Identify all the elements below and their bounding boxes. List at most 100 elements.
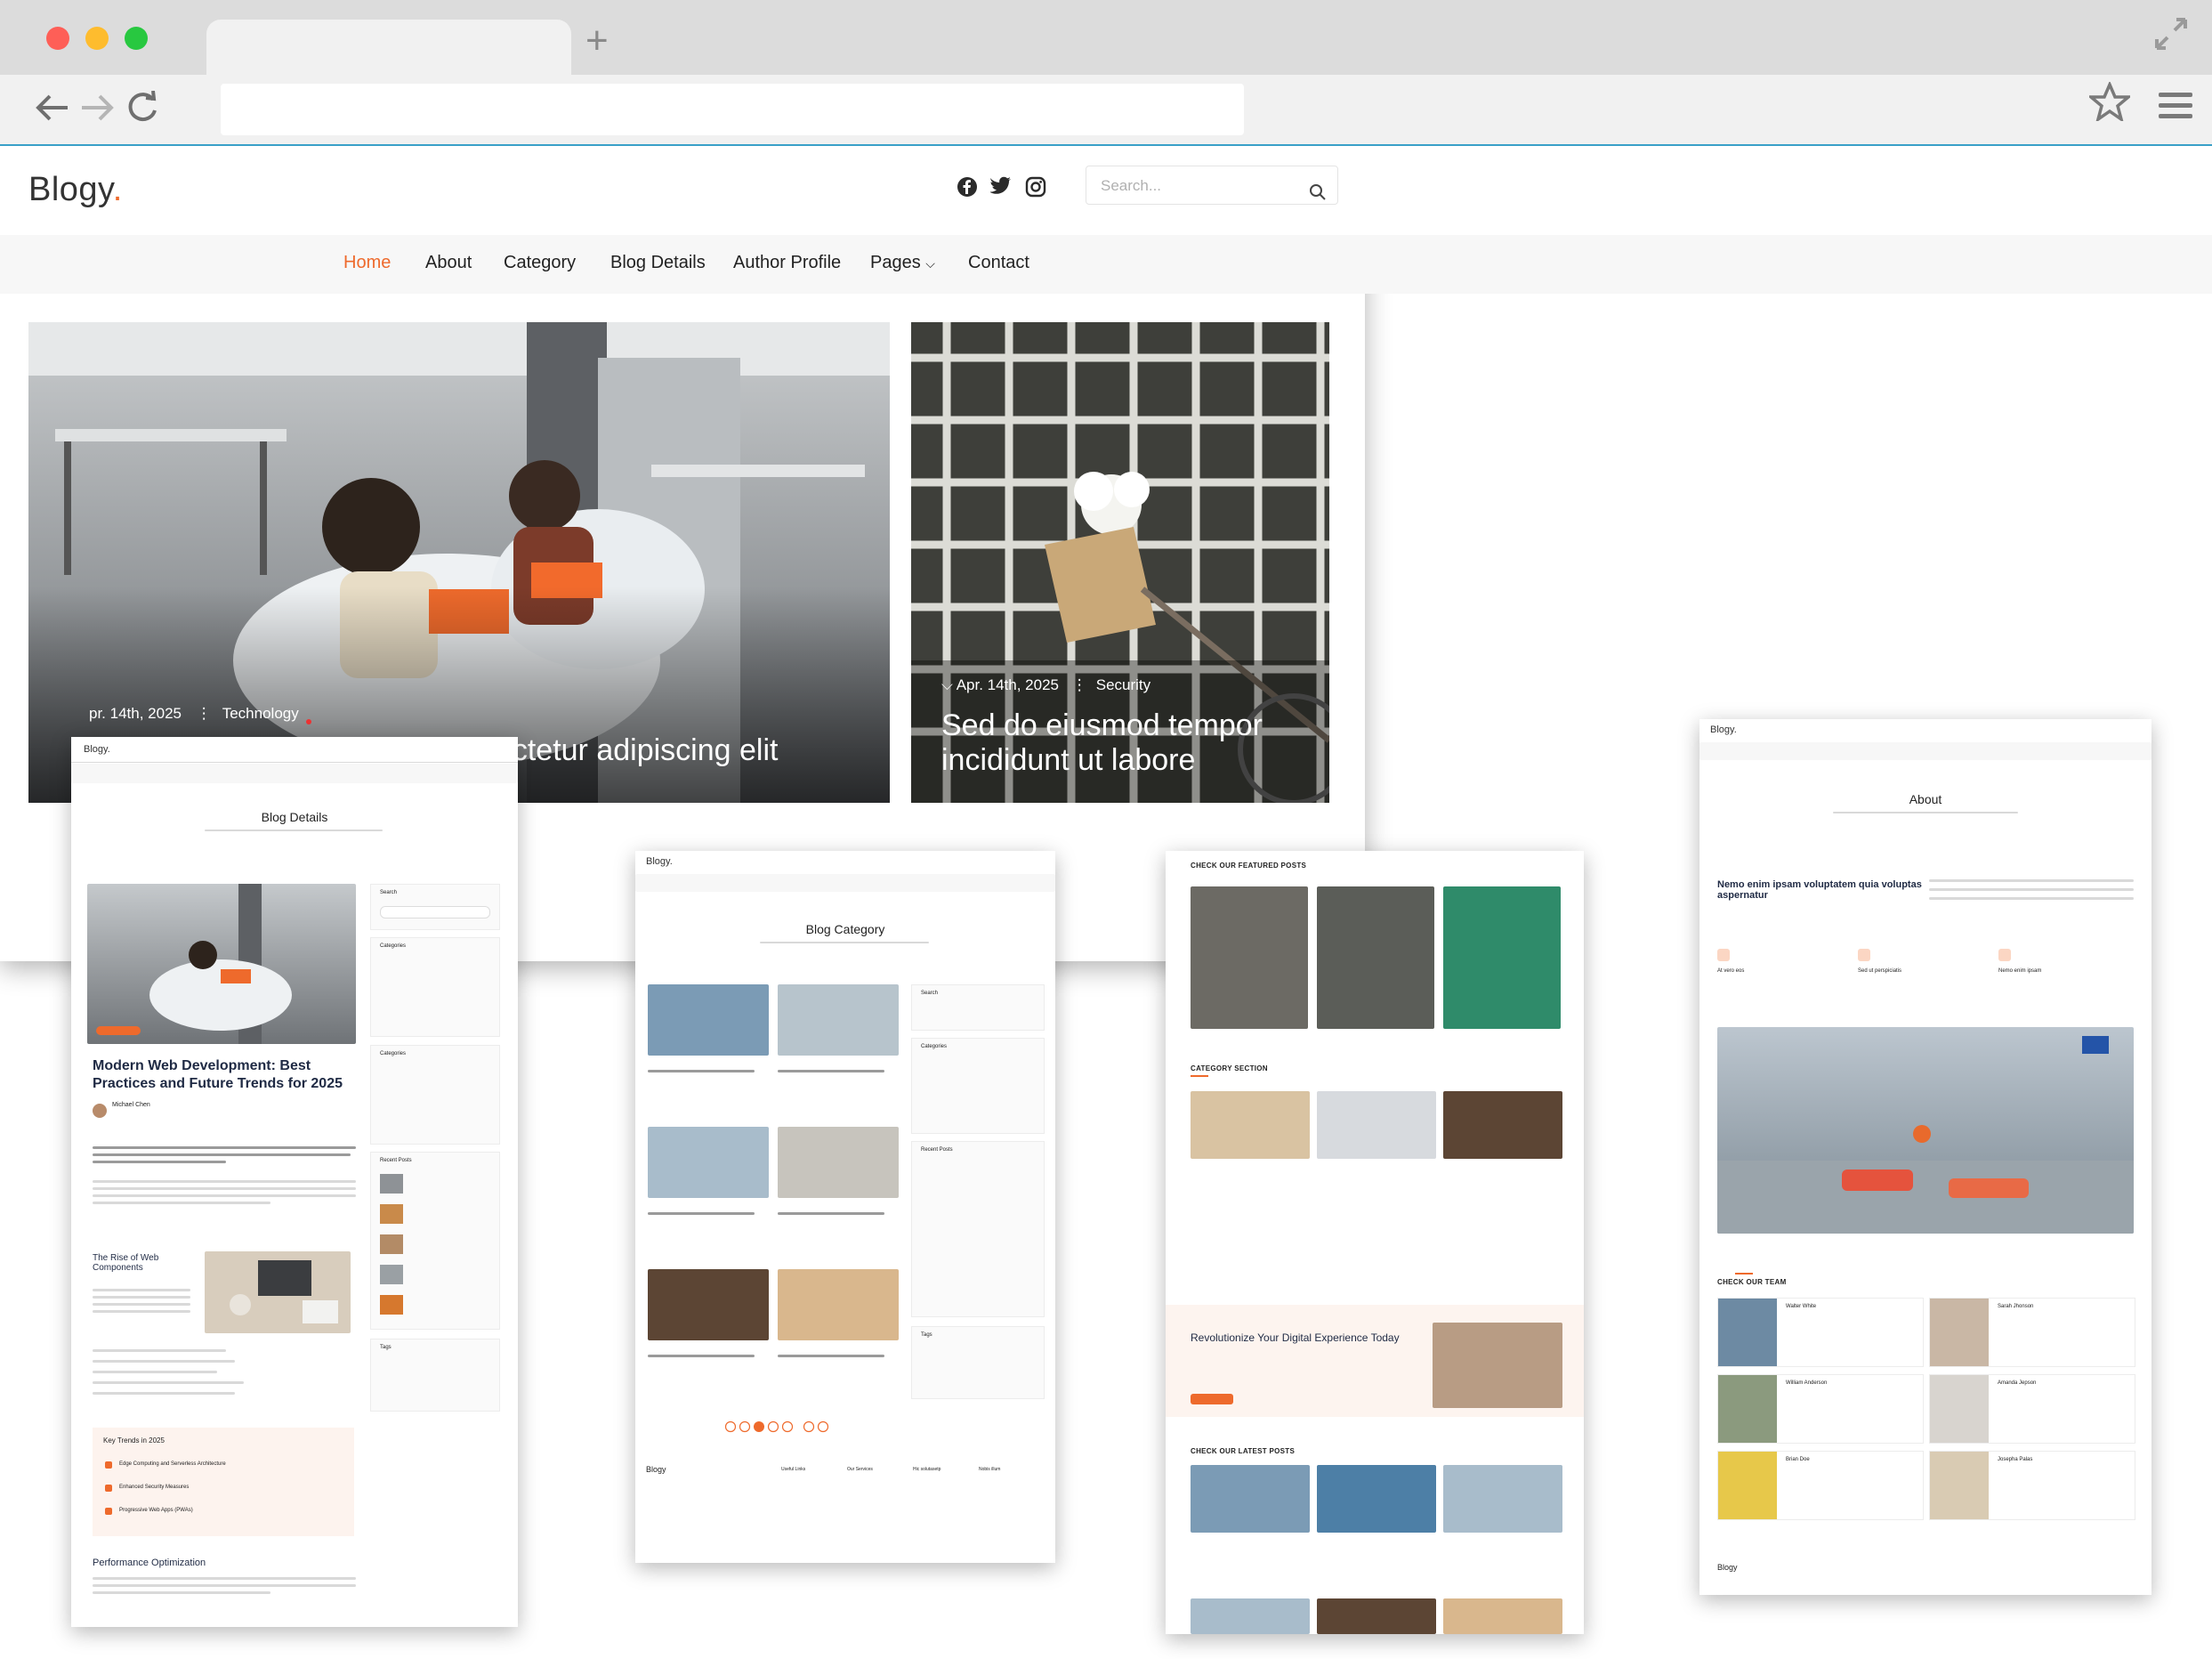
facebook-icon[interactable] <box>957 176 980 199</box>
nav-about[interactable]: About <box>425 253 472 273</box>
hero-side-category[interactable]: Security <box>1096 676 1150 693</box>
key-trends-title: Key Trends in 2025 <box>103 1436 165 1445</box>
search-placeholder: Search... <box>1101 177 1162 194</box>
body-line <box>1929 888 2134 891</box>
trend-icon <box>105 1485 112 1492</box>
team-member-card[interactable]: Sarah Jhonson <box>1929 1298 2135 1367</box>
nav-pages[interactable]: Pages ⌵ <box>870 253 935 273</box>
team-member-card[interactable]: Josepha Palas <box>1929 1451 2135 1520</box>
cta-primary-button[interactable] <box>1191 1394 1233 1404</box>
nav-blog-details[interactable]: Blog Details <box>610 253 706 273</box>
latest-heading: CHECK OUR LATEST POSTS <box>1191 1447 1296 1455</box>
mini-header-bar <box>71 762 518 763</box>
body-line <box>93 1577 356 1580</box>
widget-title: Categories <box>380 1051 407 1056</box>
instagram-icon[interactable] <box>1025 176 1048 199</box>
nav-category[interactable]: Category <box>504 253 576 273</box>
widget-title: Tags <box>380 1345 392 1350</box>
widget-categories: Categories <box>370 937 500 1037</box>
category-thumb <box>1191 1091 1310 1159</box>
chevron-down-icon: ⌵ <box>925 256 935 271</box>
about-headline: Nemo enim ipsam voluptatem quia voluptas… <box>1717 879 1922 901</box>
widget-recent-posts: Recent Posts <box>911 1141 1045 1317</box>
nav-contact[interactable]: Contact <box>968 253 1029 273</box>
mini-nav-bar <box>635 874 1055 892</box>
widget-title: Recent Posts <box>380 1158 412 1163</box>
featured-post-card[interactable] <box>1191 886 1308 1029</box>
widget-search: Search <box>911 984 1045 1031</box>
featured-post-card[interactable] <box>1317 886 1434 1029</box>
forward-arrow-icon[interactable] <box>80 93 116 129</box>
latest-thumb <box>1191 1465 1310 1533</box>
widget-tags: Tags <box>911 1326 1045 1399</box>
footer-logo: Blogy <box>1717 1563 1738 1572</box>
search-icon[interactable] <box>1309 177 1327 216</box>
nav-home[interactable]: Home <box>343 253 391 273</box>
latest-thumb <box>1317 1465 1436 1533</box>
trend-item: Progressive Web Apps (PWAs) <box>119 1508 193 1513</box>
hero-side-meta: ⌵ Apr. 14th, 2025 ⋮ Security <box>941 676 1151 693</box>
browser-titlebar <box>0 0 2212 75</box>
feature-icon <box>1998 949 2011 961</box>
author-name: Michael Chen <box>112 1102 150 1108</box>
reload-icon[interactable] <box>126 90 158 131</box>
body-line <box>93 1392 235 1395</box>
blog-category-title: Blog Category <box>805 922 885 936</box>
maximize-window-button[interactable] <box>125 27 148 50</box>
back-arrow-icon[interactable] <box>34 93 69 129</box>
logo-dot: . <box>112 171 123 208</box>
hero-side-title[interactable]: Sed do eiusmod tempor incididunt ut labo… <box>941 708 1315 778</box>
body-line <box>93 1180 356 1183</box>
widget-title: Categories <box>380 943 407 949</box>
body-line <box>93 1591 270 1594</box>
cta-title: Revolutionize Your Digital Experience To… <box>1191 1331 1400 1344</box>
close-window-button[interactable] <box>46 27 69 50</box>
minimize-window-button[interactable] <box>85 27 109 50</box>
feature-title: Nemo enim ipsam <box>1998 968 2042 974</box>
team-member-card[interactable]: Amanda Jepson <box>1929 1374 2135 1444</box>
subtitle-line <box>205 830 383 831</box>
post-title-line <box>648 1212 755 1215</box>
site-logo[interactable]: Blogy. <box>28 171 123 209</box>
featured-post-card[interactable] <box>1443 886 1561 1029</box>
body-line <box>93 1584 356 1587</box>
pagination[interactable] <box>724 1420 849 1433</box>
hero-main-image <box>28 322 890 803</box>
feature-title: At vero eos <box>1717 968 1745 974</box>
team-member-card[interactable]: William Anderson <box>1717 1374 1924 1444</box>
recent-thumb <box>380 1204 403 1224</box>
new-tab-button[interactable]: + <box>585 21 609 61</box>
latest-thumb <box>1317 1598 1436 1634</box>
nav-author-profile[interactable]: Author Profile <box>733 253 841 273</box>
trend-icon <box>105 1461 112 1469</box>
latest-thumb <box>1191 1598 1310 1634</box>
twitter-icon[interactable] <box>989 176 1013 199</box>
trend-item: Enhanced Security Measures <box>119 1485 190 1490</box>
browser-tab[interactable] <box>206 20 571 75</box>
address-bar[interactable] <box>221 84 1244 135</box>
office-image <box>1717 1027 2134 1234</box>
author-avatar <box>93 1104 107 1118</box>
post-title-line <box>648 1070 755 1072</box>
team-member-card[interactable]: Walter White <box>1717 1298 1924 1367</box>
hero-main-category[interactable]: Technology <box>222 705 299 722</box>
hero-side-post[interactable]: ⌵ Apr. 14th, 2025 ⋮ Security Sed do eiusm… <box>911 322 1329 803</box>
body-line <box>93 1381 244 1384</box>
logo-text: Blogy <box>28 171 113 208</box>
widget-search-input[interactable] <box>380 906 490 919</box>
body-line <box>93 1296 190 1299</box>
team-member-card[interactable]: Brian Doe <box>1717 1451 1924 1520</box>
post-title-line <box>648 1355 755 1357</box>
body-line <box>93 1310 190 1313</box>
team-avatar <box>1718 1375 1777 1443</box>
home-sections-preview: CHECK OUR FEATURED POSTS CATEGORY SECTIO… <box>1166 851 1584 1634</box>
recent-thumb <box>380 1265 403 1284</box>
widget-search: Search <box>370 884 500 930</box>
widget-categories: Categories <box>370 1045 500 1145</box>
team-avatar <box>1930 1375 1989 1443</box>
team-avatar <box>1930 1452 1989 1519</box>
feature-icon <box>1858 949 1870 961</box>
hero-featured-post[interactable]: pr. 14th, 2025 ⋮Technology rem ipsum dol… <box>28 322 890 803</box>
search-input[interactable]: Search... <box>1086 166 1338 205</box>
body-line <box>93 1161 226 1163</box>
